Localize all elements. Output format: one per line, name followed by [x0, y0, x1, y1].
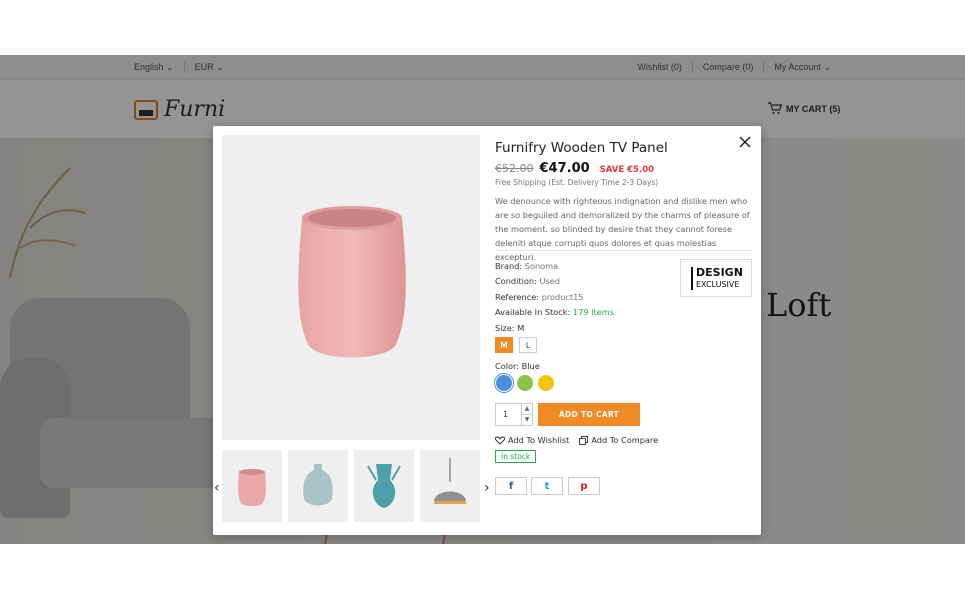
heart-icon: [495, 436, 505, 445]
add-to-cart-button[interactable]: ADD TO CART: [538, 403, 640, 426]
teal-jug-thumb-icon: [367, 464, 401, 508]
pinterest-icon: p: [580, 480, 588, 492]
increment-icon[interactable]: ▲: [522, 404, 532, 415]
thumbnail-blue-vase[interactable]: [288, 450, 348, 522]
size-row: Size: M: [495, 323, 525, 333]
size-option-m[interactable]: M: [495, 337, 513, 353]
add-to-compare-link[interactable]: Add To Compare: [579, 435, 658, 445]
decrement-icon[interactable]: ▼: [522, 415, 532, 426]
twitter-icon: t: [544, 480, 550, 492]
quantity-value[interactable]: 1: [503, 410, 508, 419]
pinterest-share-button[interactable]: p: [568, 477, 600, 495]
product-title: Furnifry Wooden TV Panel: [495, 140, 668, 156]
current-price: €47.00: [539, 161, 590, 176]
thumbnail-pink-vase[interactable]: [222, 450, 282, 522]
pendant-lamp-thumb-icon: [434, 458, 466, 504]
size-option-l[interactable]: L: [519, 337, 537, 353]
brand-row: Brand: Sonoma: [495, 261, 559, 271]
twitter-share-button[interactable]: t: [531, 477, 563, 495]
thumbnail-strip: ‹ ›: [214, 450, 490, 522]
secondary-actions: Add To Wishlist Add To Compare: [495, 435, 658, 445]
product-description: We denounce with righteous indignation a…: [495, 196, 750, 262]
quantity-stepper[interactable]: 1 ▲ ▼: [495, 403, 533, 426]
pink-vase-image: [298, 206, 406, 358]
shipping-info: Free Shipping (Est. Delivery Time 2-3 Da…: [495, 178, 659, 187]
color-swatch-blue[interactable]: [496, 375, 512, 391]
color-row: Color: Blue: [495, 361, 540, 371]
save-badge: SAVE €5.00: [599, 165, 655, 175]
reference-row: Reference: product15: [495, 292, 584, 302]
facebook-icon: f: [508, 480, 514, 492]
color-swatch-yellow[interactable]: [538, 375, 554, 391]
chevron-right-icon[interactable]: ›: [484, 480, 494, 496]
quick-view-modal: ‹ › Furnifry Wooden TV Panel €52.00 €47.…: [213, 126, 761, 535]
stock-badge: In stock: [495, 450, 537, 463]
availability-row: Available In Stock: 179 Items: [495, 307, 615, 317]
old-price: €52.00: [495, 162, 534, 175]
facebook-share-button[interactable]: f: [495, 477, 527, 495]
condition-row: Condition: Used: [495, 276, 560, 286]
brand-logo[interactable]: DESIGN EXCLUSIVE: [680, 259, 752, 297]
price-row: €52.00 €47.00 SAVE €5.00: [495, 161, 654, 176]
page-frame: English ⌄ EUR ⌄ Wishlist (0) Compare (0)…: [0, 55, 965, 544]
blue-vase-thumb-icon: [303, 464, 333, 506]
add-to-wishlist-link[interactable]: Add To Wishlist: [495, 435, 569, 445]
pink-vase-thumb-icon: [238, 469, 266, 506]
product-main-image: [222, 135, 480, 440]
brand-value[interactable]: Sonoma: [525, 261, 558, 271]
copy-icon: [579, 435, 589, 445]
close-icon[interactable]: [737, 134, 753, 150]
divider: [495, 250, 753, 251]
color-swatch-green[interactable]: [517, 375, 533, 391]
thumbnail-teal-jug[interactable]: [354, 450, 414, 522]
thumbnail-pendant-lamp[interactable]: [420, 450, 480, 522]
